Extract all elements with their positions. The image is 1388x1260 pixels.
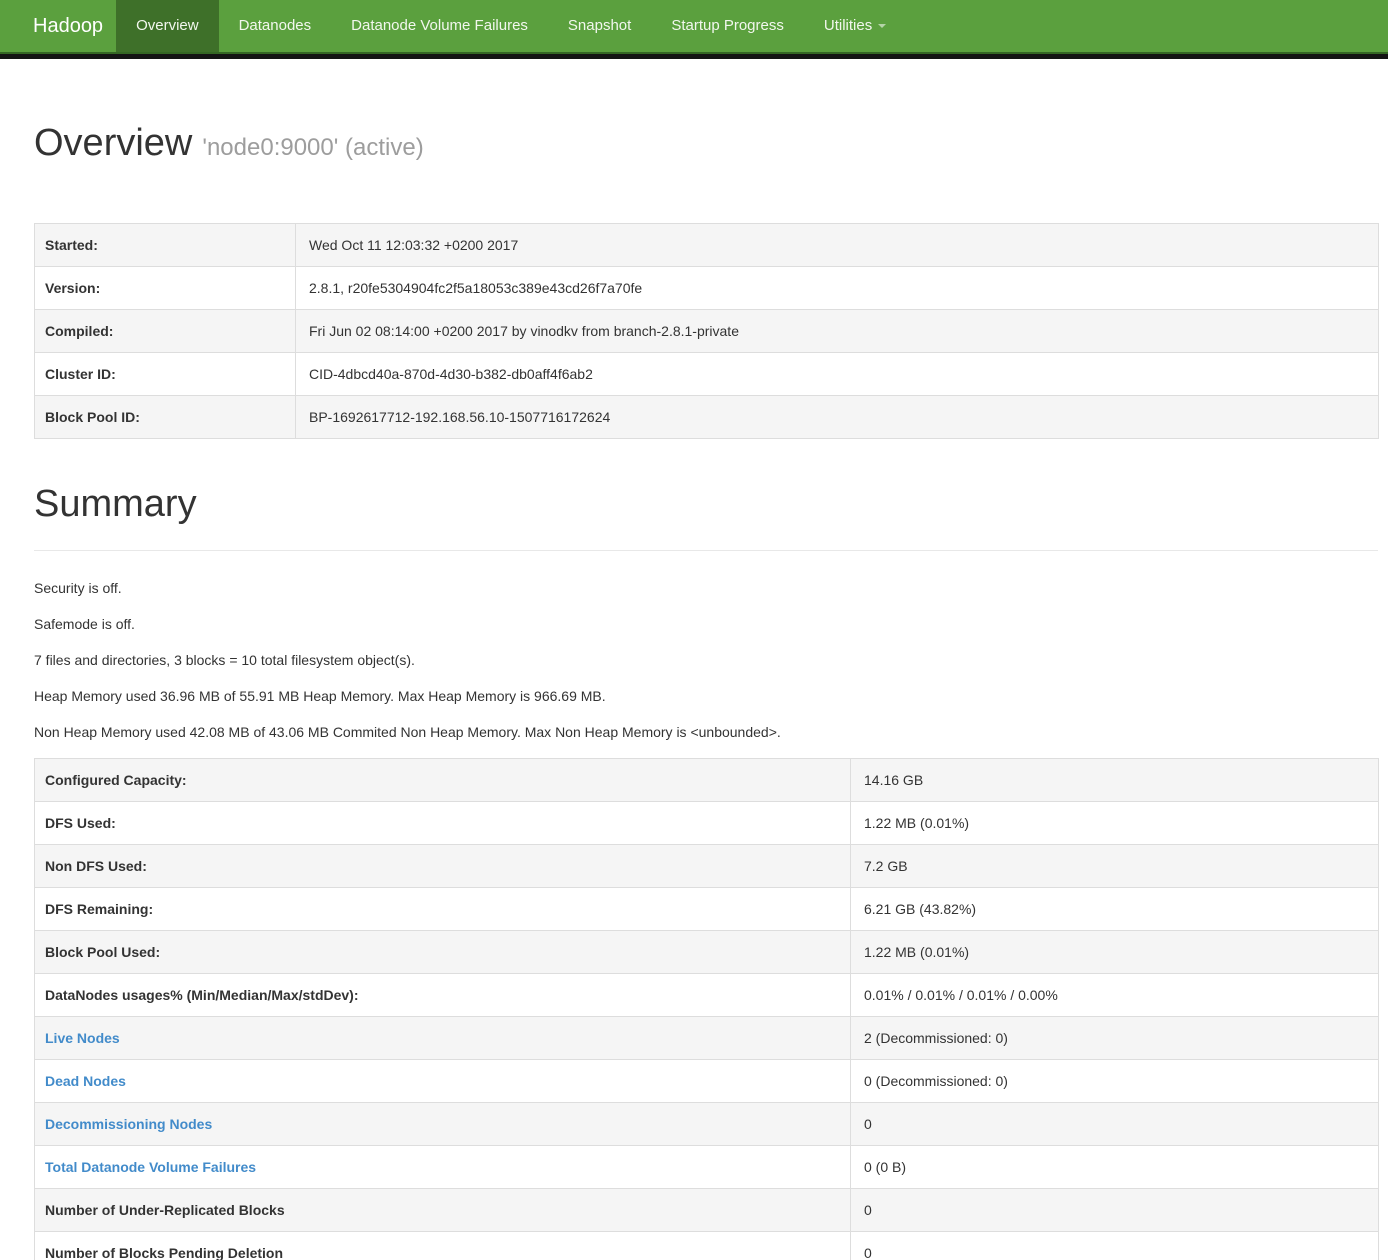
row-value: 2 (Decommissioned: 0) <box>851 1016 1379 1059</box>
row-label: Block Pool Used: <box>35 930 851 973</box>
nav-tab-datanode-volume-failures[interactable]: Datanode Volume Failures <box>331 0 548 52</box>
row-value: 0 <box>851 1102 1379 1145</box>
row-value: 1.22 MB (0.01%) <box>851 930 1379 973</box>
decommissioning-nodes-link[interactable]: Decommissioning Nodes <box>45 1116 212 1132</box>
row-label: Block Pool ID: <box>35 395 296 438</box>
table-row: Cluster ID: CID-4dbcd40a-870d-4d30-b382-… <box>35 352 1379 395</box>
row-value: 0 <box>851 1231 1379 1260</box>
row-label: Total Datanode Volume Failures <box>35 1145 851 1188</box>
nav-tab-snapshot[interactable]: Snapshot <box>548 0 651 52</box>
page-title-subtitle: 'node0:9000' (active) <box>202 134 423 161</box>
row-value: Fri Jun 02 08:14:00 +0200 2017 by vinodk… <box>296 309 1379 352</box>
table-row: Block Pool Used: 1.22 MB (0.01%) <box>35 930 1379 973</box>
row-label: Started: <box>35 223 296 266</box>
summary-header: Summary <box>34 484 1378 551</box>
row-label: DFS Used: <box>35 801 851 844</box>
overview-table: Started: Wed Oct 11 12:03:32 +0200 2017 … <box>34 223 1379 439</box>
table-row: Block Pool ID: BP-1692617712-192.168.56.… <box>35 395 1379 438</box>
summary-line-security: Security is off. <box>34 578 1378 598</box>
summary-title: Summary <box>34 484 1378 526</box>
dead-nodes-link[interactable]: Dead Nodes <box>45 1073 126 1089</box>
table-row: Total Datanode Volume Failures 0 (0 B) <box>35 1145 1379 1188</box>
row-value: 6.21 GB (43.82%) <box>851 887 1379 930</box>
table-row: Live Nodes 2 (Decommissioned: 0) <box>35 1016 1379 1059</box>
row-label: DFS Remaining: <box>35 887 851 930</box>
row-label: Configured Capacity: <box>35 758 851 801</box>
row-label: Compiled: <box>35 309 296 352</box>
page-title: Overview 'node0:9000' (active) <box>34 123 1378 165</box>
row-label: Decommissioning Nodes <box>35 1102 851 1145</box>
nav-tab-startup-progress[interactable]: Startup Progress <box>651 0 804 52</box>
total-datanode-volume-failures-link[interactable]: Total Datanode Volume Failures <box>45 1159 256 1175</box>
row-label: Version: <box>35 266 296 309</box>
page-title-text: Overview <box>34 122 192 164</box>
nav-dropdown-utilities-label: Utilities <box>824 17 872 34</box>
row-value: 7.2 GB <box>851 844 1379 887</box>
table-row: Number of Blocks Pending Deletion 0 <box>35 1231 1379 1260</box>
table-row: Decommissioning Nodes 0 <box>35 1102 1379 1145</box>
nav-tab-overview[interactable]: Overview <box>116 0 219 52</box>
row-value: 14.16 GB <box>851 758 1379 801</box>
navbar-brand[interactable]: Hadoop <box>0 0 116 52</box>
table-row: Non DFS Used: 7.2 GB <box>35 844 1379 887</box>
row-value: BP-1692617712-192.168.56.10-150771617262… <box>296 395 1379 438</box>
table-row: Version: 2.8.1, r20fe5304904fc2f5a18053c… <box>35 266 1379 309</box>
row-label: Cluster ID: <box>35 352 296 395</box>
table-row: DFS Used: 1.22 MB (0.01%) <box>35 801 1379 844</box>
row-value: CID-4dbcd40a-870d-4d30-b382-db0aff4f6ab2 <box>296 352 1379 395</box>
navbar-menu: Overview Datanodes Datanode Volume Failu… <box>116 0 906 52</box>
row-label: Number of Under-Replicated Blocks <box>35 1188 851 1231</box>
row-label: Non DFS Used: <box>35 844 851 887</box>
row-label: Number of Blocks Pending Deletion <box>35 1231 851 1260</box>
nav-dropdown-utilities[interactable]: Utilities <box>804 0 906 52</box>
row-value: 0 (0 B) <box>851 1145 1379 1188</box>
row-value: 2.8.1, r20fe5304904fc2f5a18053c389e43cd2… <box>296 266 1379 309</box>
caret-down-icon <box>878 24 886 28</box>
summary-line-filesystem-objects: 7 files and directories, 3 blocks = 10 t… <box>34 650 1378 670</box>
row-label: Live Nodes <box>35 1016 851 1059</box>
table-row: Compiled: Fri Jun 02 08:14:00 +0200 2017… <box>35 309 1379 352</box>
navbar: Hadoop Overview Datanodes Datanode Volum… <box>0 0 1388 54</box>
summary-line-non-heap-memory: Non Heap Memory used 42.08 MB of 43.06 M… <box>34 722 1378 742</box>
table-row: Configured Capacity: 14.16 GB <box>35 758 1379 801</box>
row-value: 0.01% / 0.01% / 0.01% / 0.00% <box>851 973 1379 1016</box>
summary-line-heap-memory: Heap Memory used 36.96 MB of 55.91 MB He… <box>34 686 1378 706</box>
summary-line-safemode: Safemode is off. <box>34 614 1378 634</box>
row-value: 0 (Decommissioned: 0) <box>851 1059 1379 1102</box>
table-row: Number of Under-Replicated Blocks 0 <box>35 1188 1379 1231</box>
row-value: 1.22 MB (0.01%) <box>851 801 1379 844</box>
live-nodes-link[interactable]: Live Nodes <box>45 1030 120 1046</box>
table-row: Dead Nodes 0 (Decommissioned: 0) <box>35 1059 1379 1102</box>
row-label: DataNodes usages% (Min/Median/Max/stdDev… <box>35 973 851 1016</box>
summary-table: Configured Capacity: 14.16 GB DFS Used: … <box>34 758 1379 1260</box>
main-content: Overview 'node0:9000' (active) Started: W… <box>34 123 1378 1260</box>
row-value: Wed Oct 11 12:03:32 +0200 2017 <box>296 223 1379 266</box>
nav-tab-datanodes[interactable]: Datanodes <box>219 0 332 52</box>
navbar-divider <box>0 54 1388 59</box>
row-label: Dead Nodes <box>35 1059 851 1102</box>
table-row: DFS Remaining: 6.21 GB (43.82%) <box>35 887 1379 930</box>
row-value: 0 <box>851 1188 1379 1231</box>
table-row: DataNodes usages% (Min/Median/Max/stdDev… <box>35 973 1379 1016</box>
table-row: Started: Wed Oct 11 12:03:32 +0200 2017 <box>35 223 1379 266</box>
